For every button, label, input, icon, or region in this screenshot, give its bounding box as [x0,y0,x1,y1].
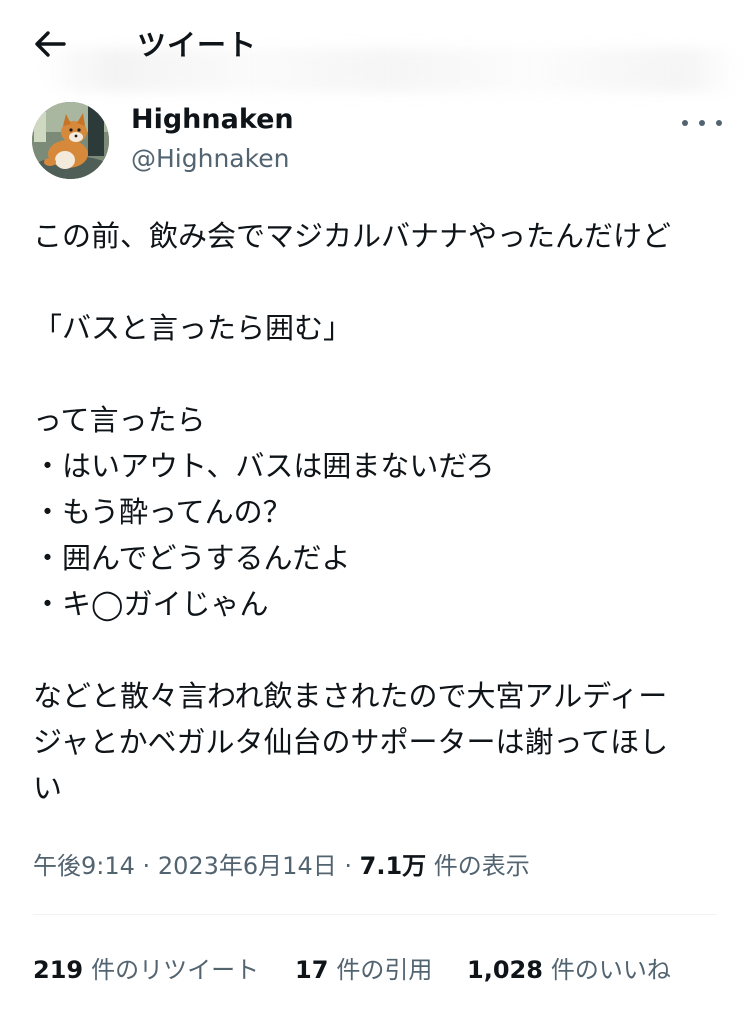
avatar[interactable] [32,102,109,179]
shiba-inu-avatar-icon [32,102,109,179]
tweet-line: などと散々言われ飲まされたので大宮アルディー [33,679,668,713]
tweet-metadata: 午後9:14 · 2023年6月14日 · 7.1万 件の表示 [33,846,530,881]
author-handle[interactable]: @Highnaken [131,144,289,173]
likes-label: 件のいいね [550,956,671,984]
tweet-date[interactable]: 2023年6月14日 [158,852,337,880]
tweet-line: い [33,771,63,805]
tweet-line: この前、飲み会でマジカルバナナやったんだけど [33,219,672,253]
author-display-name[interactable]: Highnaken [131,104,294,135]
tweet-line: 「バスと言ったら囲む」 [33,311,353,345]
retweets-label: 件のリツイート [91,956,260,984]
arrow-left-icon [35,31,66,57]
likes-stat[interactable]: 1,028 件のいいね [467,950,671,985]
tweet-time[interactable]: 午後9:14 [33,852,135,880]
top-bar: ツイート [0,0,750,92]
views-label: 件の表示 [433,852,530,880]
quotes-stat[interactable]: 17 件の引用 [295,950,432,985]
divider [33,914,717,915]
retweets-count: 219 [33,956,84,984]
tweet-line: ・はいアウト、バスは囲まないだろ [33,449,495,483]
likes-count: 1,028 [467,956,543,984]
tweet-line: ・もう酔ってんの？ [33,495,292,529]
quotes-label: 件の引用 [336,956,433,984]
tweet-line: ・キ◯ガイじゃん [33,587,269,621]
tweet-line: ジャとかベガルタ仙台のサポーターは謝ってほし [33,725,669,759]
back-button[interactable] [30,26,70,62]
tweet-line: ・囲んでどうするんだよ [33,541,351,575]
quotes-count: 17 [295,956,329,984]
separator: · [344,852,352,880]
dot-icon [699,120,705,126]
separator: · [142,852,151,880]
dot-icon [682,120,688,126]
page-title: ツイート [137,28,258,62]
more-options-button[interactable] [682,108,722,138]
tweet-line: って言ったら [33,403,206,437]
views-count: 7.1万 [359,852,427,880]
tweet-text: この前、飲み会でマジカルバナナやったんだけど 「バスと言ったら囲む」 って言った… [33,213,723,811]
dot-icon [716,120,722,126]
retweets-stat[interactable]: 219 件のリツイート [33,950,259,985]
